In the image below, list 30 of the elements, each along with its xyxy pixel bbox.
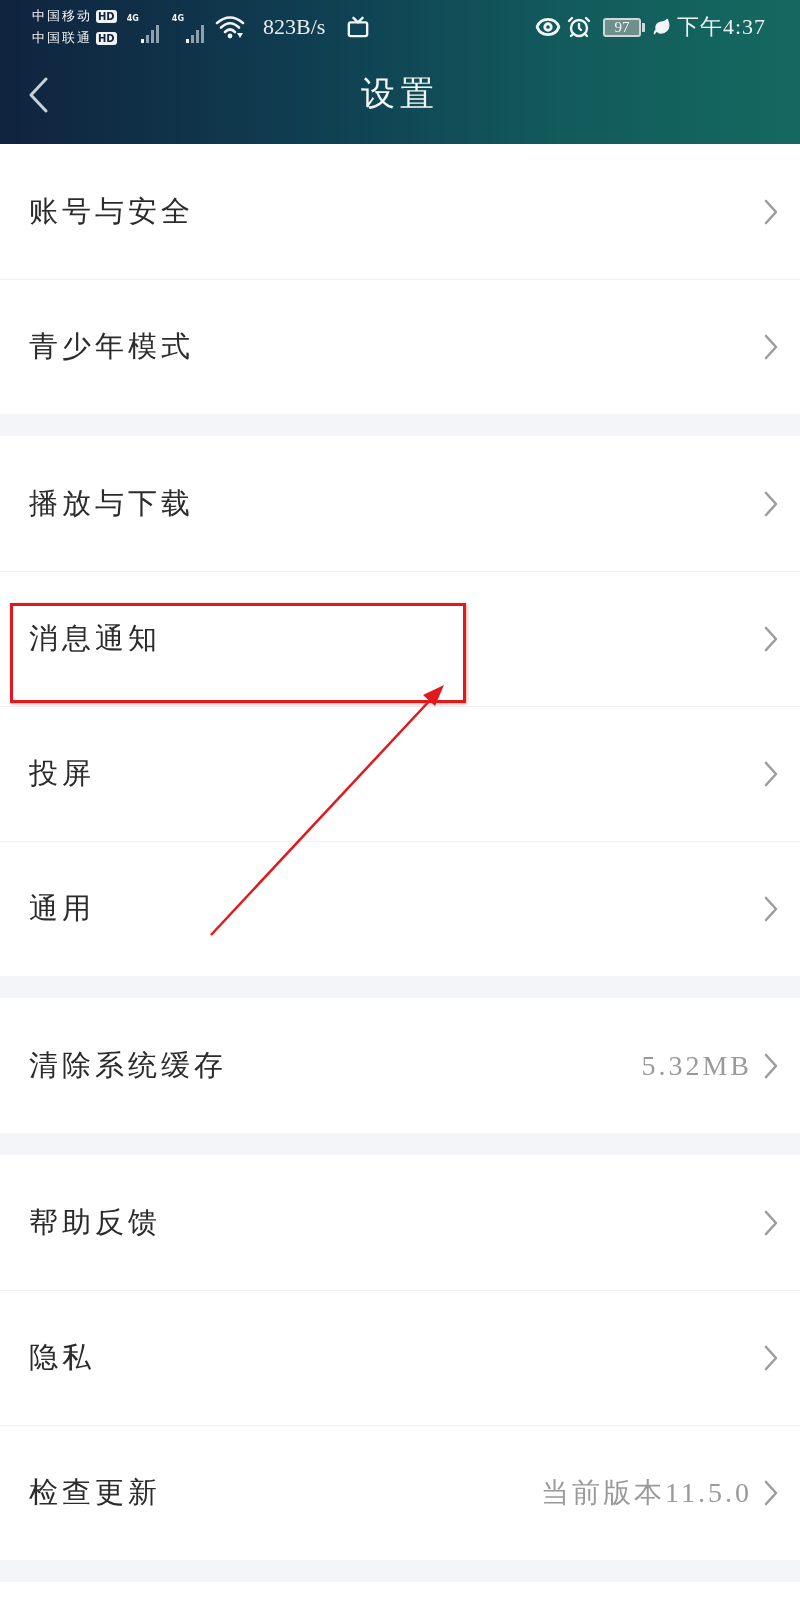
chevron-right-icon xyxy=(764,490,778,517)
network-type: 4G xyxy=(171,14,184,23)
alarm-icon xyxy=(566,15,591,39)
chevron-right-icon xyxy=(764,626,778,652)
clock-time: 下午4:37 xyxy=(676,13,766,41)
carrier-name: 中国联通 xyxy=(32,29,92,47)
network-type: 4G xyxy=(126,14,139,23)
chevron-right-icon xyxy=(764,896,778,922)
carrier-name: 中国移动 xyxy=(32,7,92,25)
back-icon xyxy=(28,77,48,113)
leaf-icon xyxy=(652,18,671,36)
signal-icon xyxy=(139,24,162,44)
row-value: 当前版本11.5.0 xyxy=(541,1476,752,1510)
chevron-right-icon xyxy=(764,1480,778,1506)
chevron-right-icon xyxy=(764,334,778,360)
chevron-right-icon xyxy=(764,1052,778,1079)
tv-icon xyxy=(347,16,370,38)
network-speed: 823B/s xyxy=(262,14,326,40)
battery-indicator: 97 xyxy=(602,17,645,37)
row-value: 5.32MB xyxy=(641,1049,752,1082)
chevron-right-icon xyxy=(764,761,778,787)
chevron-right-icon xyxy=(764,1209,778,1236)
wifi-icon xyxy=(214,15,245,39)
hd-badge: HD xyxy=(96,9,117,23)
signal-icon xyxy=(184,24,207,44)
chevron-right-icon xyxy=(764,1345,778,1371)
chevron-right-icon xyxy=(764,198,778,225)
hd-badge: HD xyxy=(96,31,117,45)
back-button[interactable] xyxy=(28,77,48,113)
page-title: 设置 xyxy=(361,71,439,115)
